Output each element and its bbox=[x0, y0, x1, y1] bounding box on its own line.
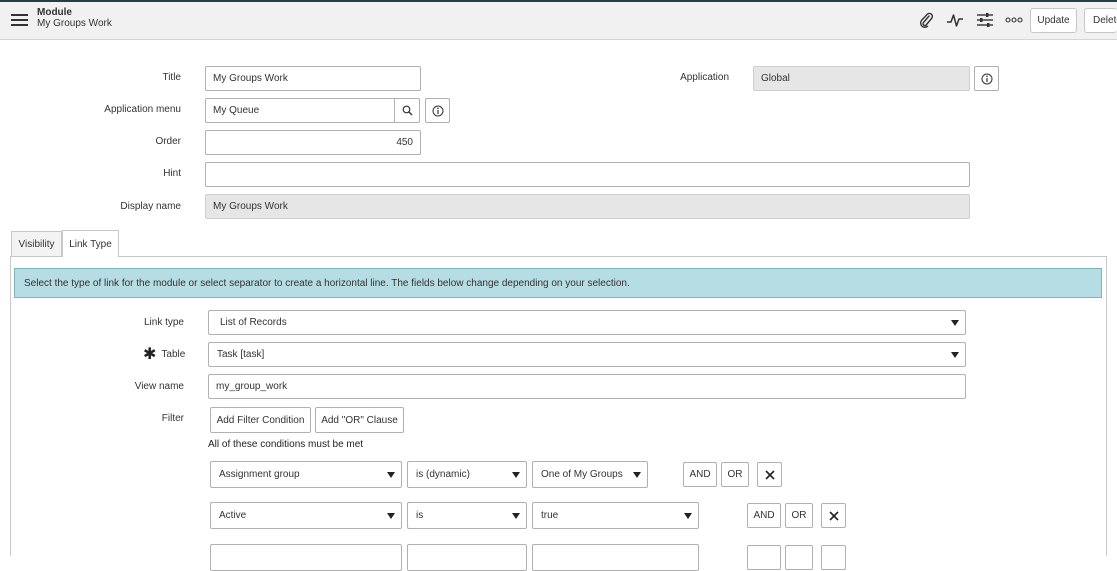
display-name-label: Display name bbox=[120, 201, 181, 212]
chevron-down-icon bbox=[951, 319, 959, 326]
title-field[interactable]: My Groups Work bbox=[205, 66, 421, 91]
application-field: Global bbox=[753, 66, 970, 91]
required-asterisk-icon: ✱ bbox=[143, 345, 157, 363]
more-icon[interactable] bbox=[1004, 10, 1024, 30]
activity-icon[interactable] bbox=[945, 10, 965, 30]
info-message: Select the type of link for the module o… bbox=[14, 268, 1102, 298]
and-button-partial[interactable] bbox=[747, 545, 781, 570]
add-or-clause-button[interactable]: Add "OR" Clause bbox=[315, 407, 404, 433]
application-info-icon[interactable] bbox=[974, 66, 999, 91]
condition-operator-select[interactable]: is (dynamic) bbox=[407, 461, 527, 488]
tab-link-type[interactable]: Link Type bbox=[62, 230, 119, 257]
add-filter-condition-button[interactable]: Add Filter Condition bbox=[210, 407, 311, 433]
condition-field-value: Active bbox=[219, 510, 247, 521]
tab-visibility[interactable]: Visibility bbox=[11, 231, 62, 256]
view-name-label: View name bbox=[134, 381, 184, 392]
order-field[interactable]: 450 bbox=[205, 130, 421, 155]
delete-condition-close-icon[interactable] bbox=[821, 503, 846, 528]
hint-label: Hint bbox=[163, 168, 181, 179]
app-menu-label: Application menu bbox=[104, 104, 181, 115]
record-type: Module bbox=[37, 7, 72, 18]
condition-value: true bbox=[541, 510, 559, 521]
condition-field-select[interactable]: Active bbox=[210, 502, 402, 529]
condition-field-select[interactable]: Assignment group bbox=[210, 461, 402, 488]
title-label: Title bbox=[162, 72, 181, 83]
condition-value-select[interactable]: true bbox=[532, 502, 699, 529]
chevron-down-icon bbox=[387, 471, 395, 478]
table-value: Task [task] bbox=[217, 349, 265, 360]
application-label: Application bbox=[680, 72, 729, 83]
paperclip-icon[interactable] bbox=[916, 10, 936, 30]
chevron-down-icon bbox=[387, 512, 395, 519]
chevron-down-icon bbox=[951, 351, 959, 358]
sliders-icon[interactable] bbox=[975, 10, 995, 30]
table-label: Table bbox=[161, 349, 186, 360]
update-button[interactable]: Update bbox=[1030, 8, 1077, 33]
link-type-label: Link type bbox=[143, 317, 184, 328]
hamburger-menu-icon[interactable] bbox=[11, 14, 28, 26]
chevron-down-icon bbox=[512, 471, 520, 478]
condition-value-select-partial[interactable] bbox=[532, 544, 699, 571]
condition-operator-select-partial[interactable] bbox=[407, 544, 527, 571]
condition-operator-select[interactable]: is bbox=[407, 502, 527, 529]
search-icon[interactable] bbox=[394, 98, 420, 123]
and-button[interactable]: AND bbox=[747, 503, 781, 528]
condition-value-select[interactable]: One of My Groups bbox=[532, 461, 648, 488]
chevron-down-icon bbox=[633, 471, 641, 478]
delete-condition-partial[interactable] bbox=[821, 545, 846, 570]
display-name-field: My Groups Work bbox=[205, 194, 970, 219]
and-button[interactable]: AND bbox=[683, 462, 717, 487]
link-type-select[interactable]: List of Records bbox=[208, 310, 966, 335]
condition-field-value: Assignment group bbox=[219, 469, 300, 480]
app-menu-field[interactable]: My Queue bbox=[205, 98, 395, 123]
delete-condition-close-icon[interactable] bbox=[757, 462, 782, 487]
order-label: Order bbox=[155, 136, 181, 147]
view-name-field[interactable]: my_group_work bbox=[208, 374, 966, 399]
table-select[interactable]: Task [task] bbox=[208, 342, 966, 367]
condition-field-select-partial[interactable] bbox=[210, 544, 402, 571]
or-button[interactable]: OR bbox=[721, 462, 749, 487]
table-label-group: ✱ Table bbox=[143, 345, 186, 363]
chevron-down-icon bbox=[512, 512, 520, 519]
chevron-down-icon bbox=[684, 512, 692, 519]
app-menu-info-icon[interactable] bbox=[425, 98, 450, 123]
condition-operator-value: is (dynamic) bbox=[416, 469, 470, 480]
delete-button[interactable]: Delete bbox=[1084, 8, 1117, 33]
record-name: My Groups Work bbox=[37, 18, 112, 29]
or-button-partial[interactable] bbox=[785, 545, 813, 570]
filter-label: Filter bbox=[161, 413, 184, 424]
conditions-title: All of these conditions must be met bbox=[208, 439, 364, 450]
or-button[interactable]: OR bbox=[785, 503, 813, 528]
condition-value: One of My Groups bbox=[541, 469, 623, 480]
hint-field[interactable] bbox=[205, 162, 970, 187]
condition-operator-value: is bbox=[416, 510, 424, 521]
link-type-value: List of Records bbox=[220, 317, 287, 328]
